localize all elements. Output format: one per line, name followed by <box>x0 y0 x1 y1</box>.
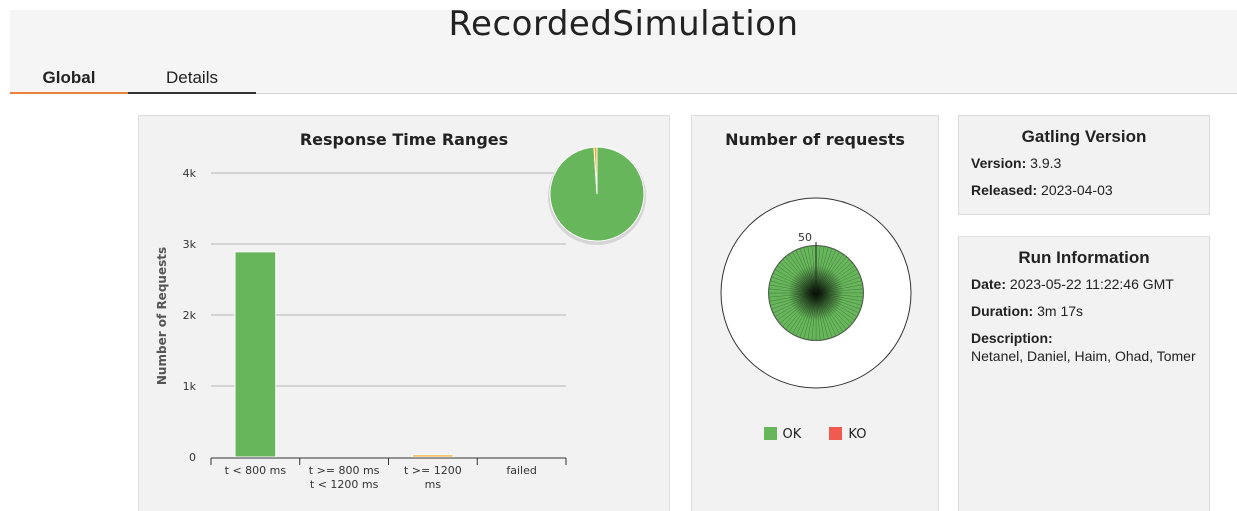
released-key: Released: <box>971 182 1038 198</box>
gatling-version-panel: Gatling Version Version: 3.9.3 Released:… <box>958 115 1210 215</box>
y-tick-label: 1k <box>183 380 197 393</box>
y-tick-label: 3k <box>183 238 197 251</box>
tab-bar-divider <box>256 93 1237 94</box>
version-line: Version: 3.9.3 <box>971 155 1209 171</box>
duration-line: Duration: 3m 17s <box>971 303 1209 319</box>
released-line: Released: 2023-04-03 <box>971 182 1209 198</box>
legend-item-ko[interactable]: KO <box>829 427 866 442</box>
number-of-requests-panel: Number of requests 50 OK KO <box>691 115 939 511</box>
duration-value: 3m 17s <box>1037 303 1084 319</box>
report-header: RecordedSimulation Global Details <box>10 4 1237 94</box>
bar <box>234 251 277 458</box>
description-key: Description: <box>971 330 1053 346</box>
tab-details[interactable]: Details <box>128 68 256 94</box>
gatling-version-title: Gatling Version <box>1021 127 1147 146</box>
x-tick-label: t < 1200 ms <box>310 478 379 491</box>
released-value: 2023-04-03 <box>1041 182 1113 198</box>
legend-item-ok[interactable]: OK <box>763 427 802 442</box>
response-time-ranges-panel: Response Time Ranges Number of Requests … <box>138 115 670 511</box>
legend-swatch-ko <box>829 427 843 440</box>
legend-swatch-ok <box>763 427 777 440</box>
date-key: Date: <box>971 276 1007 292</box>
duration-key: Duration: <box>971 303 1034 319</box>
run-information-title: Run Information <box>1018 248 1150 267</box>
legend-label-ko: KO <box>848 427 867 442</box>
x-tick-label: t >= 800 ms <box>309 464 380 477</box>
y-tick-label: 4k <box>183 167 197 180</box>
y-tick-label: 2k <box>183 309 197 322</box>
x-tick-label: t >= 1200 <box>404 464 462 477</box>
legend-label-ok: OK <box>782 427 802 442</box>
version-key: Version: <box>971 155 1027 171</box>
bar <box>412 454 454 458</box>
requests-scale-label: 50 <box>798 231 812 244</box>
run-information-panel: Run Information Date: 2023-05-22 11:22:4… <box>958 236 1210 511</box>
requests-legend: OK KO <box>692 427 938 442</box>
response-time-ranges-chart: Number of Requests 0 1k 2k 3k 4k t < 800 ms t … <box>155 146 646 491</box>
page-title: RecordedSimulation <box>448 4 799 44</box>
x-tick-label: t < 800 ms <box>225 464 287 477</box>
description-line: Description: <box>971 330 1209 346</box>
y-axis-label: Number of Requests <box>155 247 169 385</box>
tab-global[interactable]: Global <box>10 68 128 94</box>
date-line: Date: 2023-05-22 11:22:46 GMT <box>971 276 1209 292</box>
date-value: 2023-05-22 11:22:46 GMT <box>1009 276 1174 292</box>
version-value: 3.9.3 <box>1030 155 1062 171</box>
x-tick-label: failed <box>506 464 536 477</box>
number-of-requests-chart: 50 <box>720 197 912 389</box>
x-tick-label: ms <box>425 478 442 491</box>
description-value: Netanel, Daniel, Haim, Ohad, Tomer <box>971 348 1196 364</box>
y-tick-label: 0 <box>189 451 196 464</box>
